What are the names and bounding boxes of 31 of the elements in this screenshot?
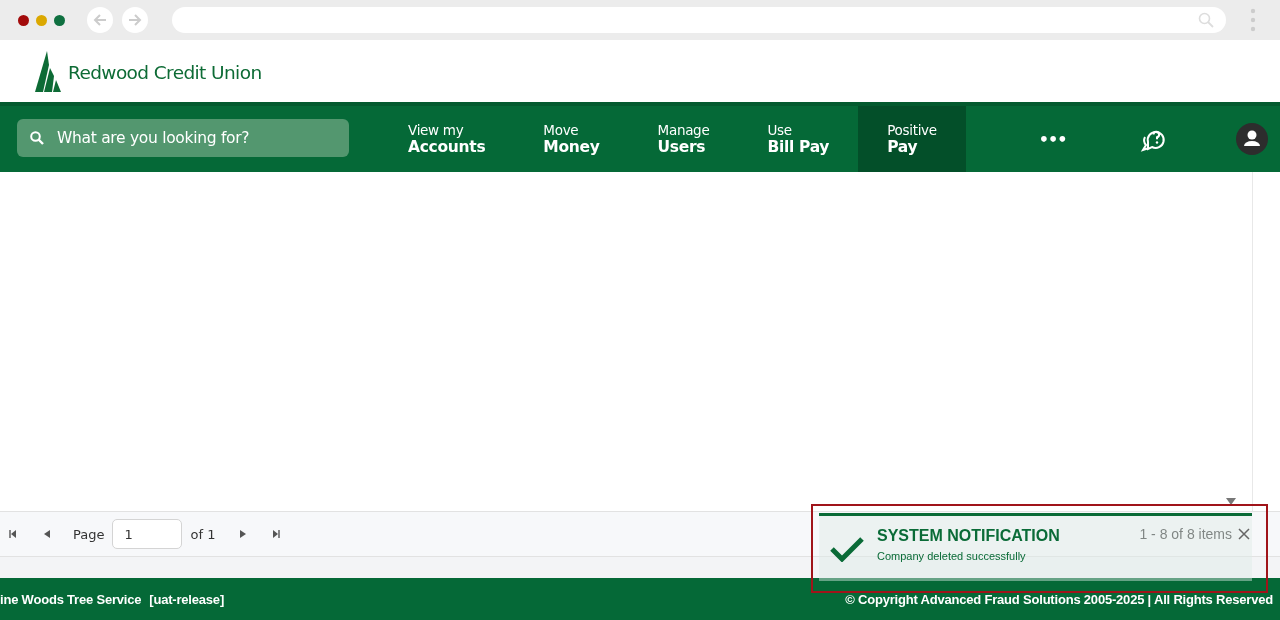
notification-title: SYSTEM NOTIFICATION: [877, 527, 1060, 545]
item-count: 1 - 8 of 8 items: [1139, 526, 1232, 542]
last-page-icon: [272, 530, 281, 538]
page-number-field[interactable]: 1: [112, 519, 183, 549]
more-menu-button[interactable]: •••: [1038, 106, 1067, 172]
search-field[interactable]: What are you looking for?: [17, 119, 349, 157]
check-icon: [830, 537, 864, 562]
page-label: Page: [73, 526, 105, 542]
back-arrow-icon: [92, 12, 108, 28]
previous-page-icon: [44, 530, 50, 538]
close-icon[interactable]: [1238, 528, 1250, 540]
notification-message: Company deleted successfully: [877, 550, 1027, 562]
copyright-text: © Copyright Advanced Fraud Solutions 2005-2025 | All Rights Reserved: [845, 591, 1273, 607]
first-page-icon: [9, 530, 17, 538]
tree-logo-icon: [35, 50, 62, 92]
next-page-icon: [240, 530, 247, 538]
brand-name: Redwood Credit Union: [68, 61, 262, 83]
user-avatar-icon[interactable]: [1235, 123, 1268, 155]
nav-tab[interactable]: Positive Pay: [858, 106, 966, 172]
nav-tab[interactable]: Use Bill Pay: [738, 106, 859, 172]
search-icon: [1198, 12, 1214, 28]
maximize-window-icon[interactable]: [54, 14, 65, 26]
forward-arrow-icon: [127, 12, 143, 28]
environment-tag: [uat-release]: [149, 591, 225, 607]
company-name: ine Woods Tree Service: [0, 591, 142, 607]
page-total-label: of 1: [190, 526, 216, 542]
nav-tab[interactable]: Move Money: [514, 106, 629, 172]
nav-tab[interactable]: View my Accounts: [379, 106, 515, 172]
scroll-down-icon[interactable]: [1226, 498, 1236, 505]
close-window-icon[interactable]: [18, 14, 29, 26]
nav-tab[interactable]: Manage Users: [628, 106, 739, 172]
